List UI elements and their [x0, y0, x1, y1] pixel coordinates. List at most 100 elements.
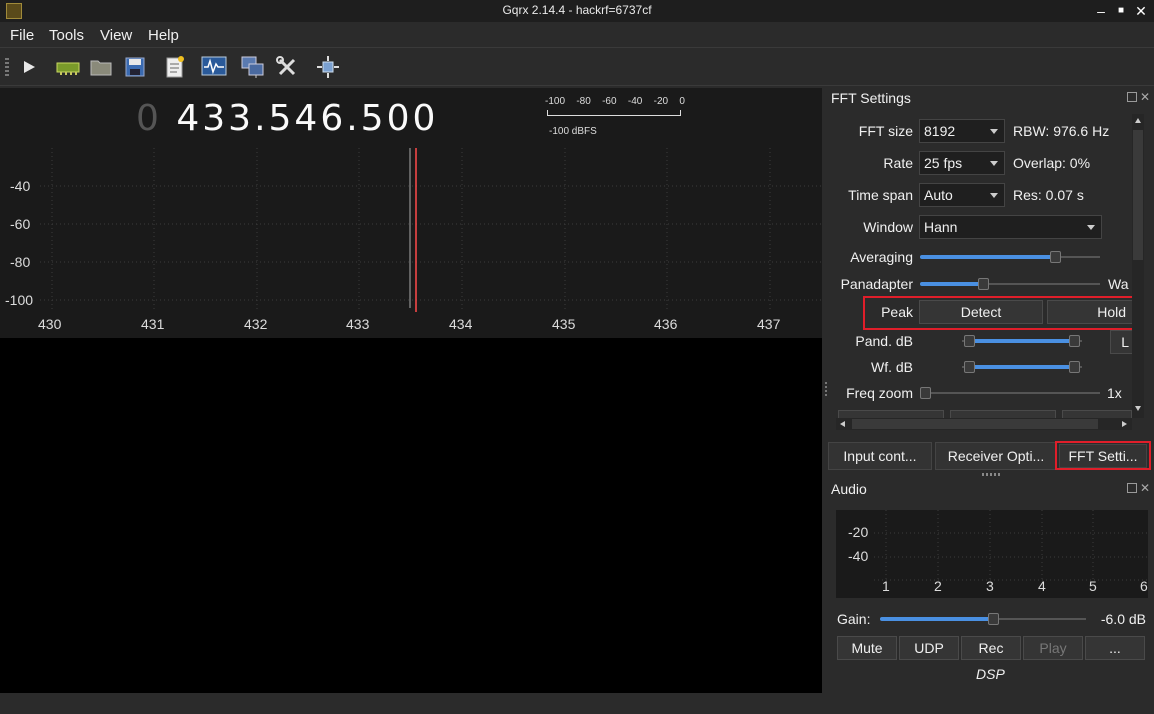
smeter-tick: -80: [576, 96, 591, 107]
audio-gain-label: Gain:: [837, 611, 871, 627]
x-tick: 434: [449, 316, 473, 332]
audio-x-tick: 2: [934, 578, 942, 594]
rbw-value: RBW: 976.6 Hz: [1013, 123, 1110, 139]
averaging-slider[interactable]: [920, 251, 1100, 263]
tab-input-controls[interactable]: Input cont...: [828, 442, 932, 470]
audio-x-tick: 1: [882, 578, 890, 594]
res-value: Res: 0.07 s: [1013, 187, 1084, 203]
audio-options-button[interactable]: ...: [1085, 636, 1145, 660]
peak-detect-button[interactable]: Detect: [919, 300, 1043, 324]
save-icon[interactable]: [122, 54, 148, 80]
y-tick: -80: [10, 254, 31, 270]
dsp-label: DSP: [976, 666, 1005, 682]
slider-handle[interactable]: [964, 361, 975, 373]
audio-dock-title: Audio: [831, 481, 867, 497]
hardware-icon[interactable]: [55, 54, 81, 80]
audio-gain-slider[interactable]: [880, 613, 1086, 625]
audio-x-tick: 6: [1140, 578, 1148, 594]
audio-fft-plot[interactable]: -20 -40 1 2 3 4 5 6: [836, 510, 1148, 598]
peak-hold-button[interactable]: Hold: [1047, 300, 1135, 324]
clipped-button[interactable]: [838, 410, 944, 418]
clipped-button[interactable]: [1062, 410, 1132, 418]
right-dock: FFT Settings ✕ FFT size 8192 RBW: 976.6 …: [822, 86, 1154, 693]
wf-db-range-slider[interactable]: [962, 361, 1082, 373]
fft-size-combo[interactable]: 8192: [919, 119, 1005, 143]
x-tick: 435: [552, 316, 576, 332]
center-icon[interactable]: [315, 54, 341, 80]
pand-db-lock-button[interactable]: L: [1110, 330, 1134, 354]
signal-meter: -100 -80 -60 -40 -20 0 -100 dBFS: [545, 96, 685, 138]
status-bar: [0, 693, 1154, 714]
notes-icon[interactable]: [162, 54, 188, 80]
slider-handle[interactable]: [964, 335, 975, 347]
chevron-down-icon: [1087, 225, 1095, 230]
time-span-label: Time span: [848, 187, 913, 203]
tab-receiver-options[interactable]: Receiver Opti...: [935, 442, 1057, 470]
slider-handle[interactable]: [920, 387, 931, 399]
y-tick: -40: [10, 178, 31, 194]
x-tick: 432: [244, 316, 268, 332]
slider-handle[interactable]: [1069, 361, 1080, 373]
fft-size-label: FFT size: [858, 123, 913, 139]
smeter-tick: -60: [602, 96, 617, 107]
folder-icon[interactable]: [88, 54, 114, 80]
close-button[interactable]: ✕: [1132, 2, 1150, 20]
maximize-button[interactable]: ■: [1112, 2, 1130, 20]
float-icon[interactable]: [1127, 92, 1137, 102]
rec-button[interactable]: Rec: [961, 636, 1021, 660]
window-title: Gqrx 2.14.4 - hackrf=6737cf: [502, 3, 652, 17]
window-combo[interactable]: Hann: [919, 215, 1102, 239]
waterfall-display[interactable]: [0, 338, 822, 693]
freq-zoom-label: Freq zoom: [846, 385, 913, 401]
time-span-value: Auto: [924, 187, 953, 203]
waveform-icon[interactable]: [201, 54, 227, 80]
window-value: Hann: [924, 219, 958, 235]
network-icon[interactable]: [240, 54, 266, 80]
close-icon[interactable]: ✕: [1140, 482, 1150, 494]
time-span-combo[interactable]: Auto: [919, 183, 1005, 207]
udp-button[interactable]: UDP: [899, 636, 959, 660]
toolbar-grip-icon[interactable]: [5, 58, 9, 76]
splitter-grip-icon[interactable]: [825, 382, 827, 398]
freq-zoom-value: 1x: [1107, 385, 1122, 401]
smeter-bar: [547, 110, 681, 116]
wf-db-label: Wf. dB: [870, 359, 913, 375]
fft-horizontal-scrollbar[interactable]: [836, 418, 1132, 430]
frequency-leading-digit[interactable]: 0: [136, 98, 162, 139]
dock-splitter-icon[interactable]: [982, 473, 1000, 476]
float-icon[interactable]: [1127, 483, 1137, 493]
slider-handle[interactable]: [1069, 335, 1080, 347]
pand-db-range-slider[interactable]: [962, 335, 1082, 347]
fft-vertical-scrollbar[interactable]: [1132, 114, 1144, 418]
x-tick: 436: [654, 316, 678, 332]
scroll-up-icon[interactable]: [1135, 118, 1141, 123]
menu-tools[interactable]: Tools: [49, 27, 84, 44]
freq-zoom-slider[interactable]: [920, 387, 1100, 399]
panadapter-slider[interactable]: [920, 278, 1100, 290]
scroll-right-icon[interactable]: [1122, 421, 1127, 427]
tools-icon[interactable]: [274, 54, 300, 80]
close-icon[interactable]: ✕: [1140, 91, 1150, 103]
scroll-thumb[interactable]: [852, 419, 1098, 429]
scroll-left-icon[interactable]: [840, 421, 845, 427]
pand-db-label: Pand. dB: [855, 333, 913, 349]
menu-help[interactable]: Help: [148, 27, 179, 44]
scroll-thumb[interactable]: [1133, 130, 1143, 260]
mute-button[interactable]: Mute: [837, 636, 897, 660]
slider-handle[interactable]: [988, 613, 999, 625]
frequency-display[interactable]: 0 433.546.500: [136, 98, 438, 139]
slider-handle[interactable]: [1050, 251, 1061, 263]
frequency-value[interactable]: 433.546.500: [176, 98, 438, 139]
menu-view[interactable]: View: [100, 27, 132, 44]
play-button[interactable]: Play: [1023, 636, 1083, 660]
minimize-button[interactable]: –: [1092, 2, 1110, 20]
scroll-down-icon[interactable]: [1135, 406, 1141, 411]
clipped-button[interactable]: [950, 410, 1056, 418]
panadapter-plot[interactable]: 0 433.546.500 -100 -80 -60 -40 -20 0 -10…: [0, 88, 822, 338]
play-icon[interactable]: [16, 54, 42, 80]
rate-combo[interactable]: 25 fps: [919, 151, 1005, 175]
menu-file[interactable]: File: [10, 27, 34, 44]
slider-handle[interactable]: [978, 278, 989, 290]
main-toolbar: [0, 48, 1154, 86]
tab-fft-settings[interactable]: FFT Setti...: [1059, 444, 1147, 468]
